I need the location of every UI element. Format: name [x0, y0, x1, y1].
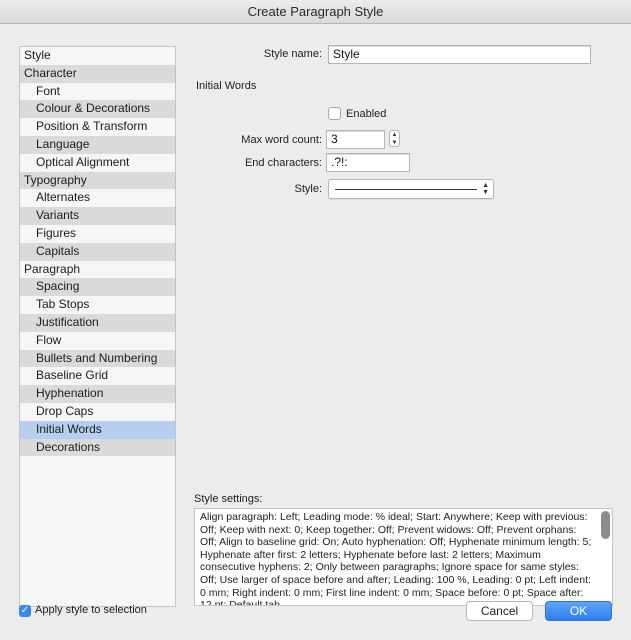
sidebar-list: Style Character Font Colour & Decorations Po… [19, 46, 176, 607]
checkmark-icon: ✓ [20, 605, 30, 616]
sidebar-item-character[interactable]: Character [20, 64, 175, 83]
enabled-label: Enabled [346, 108, 387, 120]
window-title: Create Paragraph Style [0, 0, 631, 24]
style-name-label: Style name: [263, 48, 322, 60]
sidebar-item-paragraph[interactable]: Paragraph [20, 261, 175, 279]
sidebar-item-typography[interactable]: Typography [20, 171, 175, 190]
sidebar-item-style[interactable]: Style [20, 47, 175, 65]
sidebar-item-decorations[interactable]: Decorations [20, 438, 175, 457]
ok-button[interactable]: OK [545, 601, 612, 621]
sidebar-item-font[interactable]: Font [20, 83, 175, 101]
end-characters-input[interactable]: .?!: [326, 153, 410, 172]
sidebar-item-baseline-grid[interactable]: Baseline Grid [20, 367, 175, 385]
style-popup[interactable]: ▲ ▼ [328, 179, 494, 199]
max-word-count-stepper[interactable]: ▲ ▼ [389, 130, 400, 147]
sidebar-item-flow[interactable]: Flow [20, 332, 175, 350]
sidebar-item-capitals[interactable]: Capitals [20, 242, 175, 261]
sidebar-item-justification[interactable]: Justification [20, 313, 175, 332]
enabled-checkbox[interactable] [328, 107, 341, 120]
max-word-count-label: Max word count: [241, 134, 322, 146]
max-word-count-input[interactable]: 3 [326, 130, 385, 149]
apply-style-checkbox[interactable]: ✓ [19, 605, 31, 617]
style-settings-box[interactable]: Align paragraph: Left; Leading mode: % i… [194, 508, 613, 606]
sidebar-item-colour-decorations[interactable]: Colour & Decorations [20, 100, 175, 119]
cancel-button[interactable]: Cancel [466, 601, 533, 621]
stepper-up-icon[interactable]: ▲ [390, 131, 399, 139]
sidebar-item-bullets-and-numbering[interactable]: Bullets and Numbering [20, 349, 175, 368]
sidebar-item-optical-alignment[interactable]: Optical Alignment [20, 154, 175, 172]
style-label: Style: [294, 183, 322, 195]
style-popup-value-line [335, 189, 477, 190]
sidebar-item-alternates[interactable]: Alternates [20, 189, 175, 207]
settings-scrollbar[interactable] [601, 511, 610, 539]
sidebar-item-spacing[interactable]: Spacing [20, 278, 175, 297]
sidebar-item-hyphenation[interactable]: Hyphenation [20, 385, 175, 403]
style-settings-label: Style settings: [194, 493, 263, 505]
sidebar-item-variants[interactable]: Variants [20, 207, 175, 225]
sidebar-item-figures[interactable]: Figures [20, 225, 175, 243]
end-characters-label: End characters: [244, 157, 322, 169]
stepper-down-icon[interactable]: ▼ [390, 139, 399, 147]
style-name-input[interactable]: Style [328, 45, 591, 64]
sidebar-item-tab-stops[interactable]: Tab Stops [20, 296, 175, 314]
style-settings-text: Align paragraph: Left; Leading mode: % i… [200, 511, 592, 606]
apply-style-label: Apply style to selection [35, 604, 147, 616]
sidebar-item-language[interactable]: Language [20, 135, 175, 154]
sidebar-item-drop-caps[interactable]: Drop Caps [20, 403, 175, 421]
section-title: Initial Words [196, 80, 257, 92]
sidebar-item-initial-words[interactable]: Initial Words [20, 420, 175, 439]
popup-arrows-icon: ▲ ▼ [482, 182, 489, 196]
dialog-body: Style Character Font Colour & Decorations Po… [0, 24, 631, 640]
sidebar-item-position-transform[interactable]: Position & Transform [20, 118, 175, 136]
